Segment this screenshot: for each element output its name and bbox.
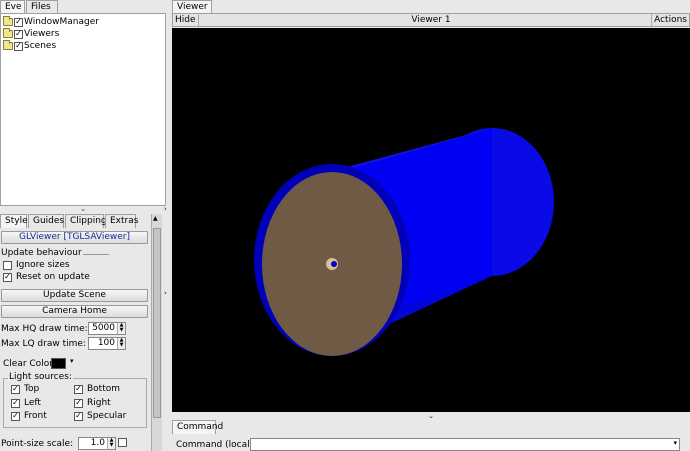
checkbox-box[interactable]: ✓ <box>74 398 83 408</box>
light-right-checkbox[interactable]: ✓ Right <box>74 398 111 408</box>
tab-command[interactable]: Command <box>172 420 223 434</box>
tree-item-label: WindowManager <box>24 17 99 27</box>
checkbox-box[interactable]: ✓ <box>11 398 20 408</box>
max-lq-value: 100 <box>97 338 115 348</box>
reset-on-update-checkbox[interactable]: ✓ Reset on update <box>3 272 90 282</box>
tree-item-windowmanager[interactable]: ✓ WindowManager <box>3 16 99 28</box>
point-size-value: 1.0 <box>90 438 105 448</box>
max-lq-label: Max LQ draw time: <box>1 339 86 349</box>
editor-scrollbar[interactable]: ▲ <box>151 214 162 451</box>
max-hq-value: 5000 <box>92 323 115 333</box>
actions-button[interactable]: Actions <box>651 14 689 26</box>
tab-style[interactable]: Style <box>0 214 28 228</box>
light-front-checkbox[interactable]: ✓ Front <box>11 411 47 421</box>
left-splitter[interactable]: ⌄ <box>0 205 166 213</box>
spin-arrows-icon[interactable]: ▲ ▼ <box>107 438 115 449</box>
tree-checkbox[interactable]: ✓ <box>14 41 23 51</box>
camera-home-button[interactable]: Camera Home <box>1 305 148 318</box>
ignore-sizes-checkbox[interactable]: Ignore sizes <box>3 260 70 270</box>
checkbox-box[interactable]: ✓ <box>74 411 83 421</box>
command-input[interactable]: ▾ <box>250 438 680 451</box>
cylinder-scene <box>254 128 554 356</box>
hide-button[interactable]: Hide <box>173 14 199 26</box>
update-scene-button[interactable]: Update Scene <box>1 289 148 302</box>
max-lq-spinbox[interactable]: 100 ▲ ▼ <box>88 337 126 350</box>
scroll-up-icon[interactable]: ▲ <box>153 215 158 222</box>
light-bottom-label: Bottom <box>87 384 121 394</box>
light-right-label: Right <box>87 398 111 408</box>
tree-checkbox[interactable]: ✓ <box>14 17 23 27</box>
light-top-label: Top <box>24 384 40 394</box>
tab-eve[interactable]: Eve <box>0 0 25 14</box>
scene-tree[interactable]: ✓ WindowManager ✓ Viewers ✓ Scenes <box>0 13 166 206</box>
clear-color-swatch[interactable] <box>51 358 66 369</box>
tree-item-scenes[interactable]: ✓ Scenes <box>3 40 56 52</box>
chevron-right-icon[interactable]: › <box>164 205 167 213</box>
gl-viewport[interactable] <box>172 28 690 412</box>
command-label: Command (local): <box>176 440 257 450</box>
tree-item-viewers[interactable]: ✓ Viewers <box>3 28 59 40</box>
point-size-spinbox[interactable]: 1.0 ▲ ▼ <box>78 437 116 450</box>
tab-viewer-1[interactable]: Viewer 1 <box>172 0 212 23</box>
light-left-label: Left <box>24 398 41 408</box>
chevron-down-icon: ⌄ <box>80 205 86 213</box>
viewer-title: Viewer 1 <box>411 15 451 25</box>
light-sources-title: Light sources: <box>8 372 73 382</box>
viewer-header: Hide Viewer 1 Actions <box>172 13 690 27</box>
tree-item-label: Scenes <box>24 41 57 51</box>
checkbox-box[interactable] <box>3 260 12 270</box>
tab-extras[interactable]: Extras <box>105 214 138 228</box>
checkbox-box[interactable]: ✓ <box>3 272 12 282</box>
point-size-label: Point-size scale: <box>1 439 74 449</box>
update-behaviour-heading: Update behaviour <box>1 248 82 258</box>
dropdown-arrow-icon[interactable]: ▾ <box>673 439 677 447</box>
point-size-checkbox[interactable] <box>118 438 127 447</box>
max-hq-label: Max HQ draw time: <box>1 324 88 334</box>
center-hole-inner <box>331 261 337 267</box>
tree-item-label: Viewers <box>24 29 60 39</box>
checkbox-box[interactable]: ✓ <box>11 411 20 421</box>
clear-color-label: Clear Color <box>3 359 53 369</box>
tab-files[interactable]: Files <box>26 0 58 14</box>
viewer-splitter[interactable]: ⌄ <box>172 412 690 420</box>
checkbox-box[interactable]: ✓ <box>74 384 83 394</box>
light-specular-checkbox[interactable]: ✓ Specular <box>74 411 126 421</box>
max-hq-spinbox[interactable]: 5000 ▲ ▼ <box>88 322 126 335</box>
dropdown-arrow-icon[interactable]: ▾ <box>70 357 74 365</box>
light-front-label: Front <box>24 411 47 421</box>
light-left-checkbox[interactable]: ✓ Left <box>11 398 41 408</box>
ignore-sizes-label: Ignore sizes <box>16 260 70 270</box>
tab-guides[interactable]: Guides <box>28 214 64 228</box>
checkbox-box[interactable]: ✓ <box>11 384 20 394</box>
light-bottom-checkbox[interactable]: ✓ Bottom <box>74 384 120 394</box>
chevron-right-icon[interactable]: › <box>164 289 167 297</box>
tab-clipping[interactable]: Clipping <box>65 214 107 228</box>
reset-on-update-label: Reset on update <box>16 272 90 282</box>
chevron-down-icon: ⌄ <box>428 412 434 420</box>
folder-icon <box>3 28 13 38</box>
light-specular-label: Specular <box>87 411 127 421</box>
folder-icon <box>3 16 13 26</box>
spin-arrows-icon[interactable]: ▲ ▼ <box>117 338 125 349</box>
tree-checkbox[interactable]: ✓ <box>14 29 23 39</box>
editor-tabbar: Style Guides Clipping Extras <box>0 214 151 228</box>
scrollbar-thumb[interactable] <box>153 228 161 418</box>
light-top-checkbox[interactable]: ✓ Top <box>11 384 39 394</box>
spin-arrows-icon[interactable]: ▲ ▼ <box>117 323 125 334</box>
glviewer-button[interactable]: GLViewer [TGLSAViewer] <box>1 231 148 244</box>
group-divider <box>83 254 109 255</box>
folder-icon <box>3 40 13 50</box>
